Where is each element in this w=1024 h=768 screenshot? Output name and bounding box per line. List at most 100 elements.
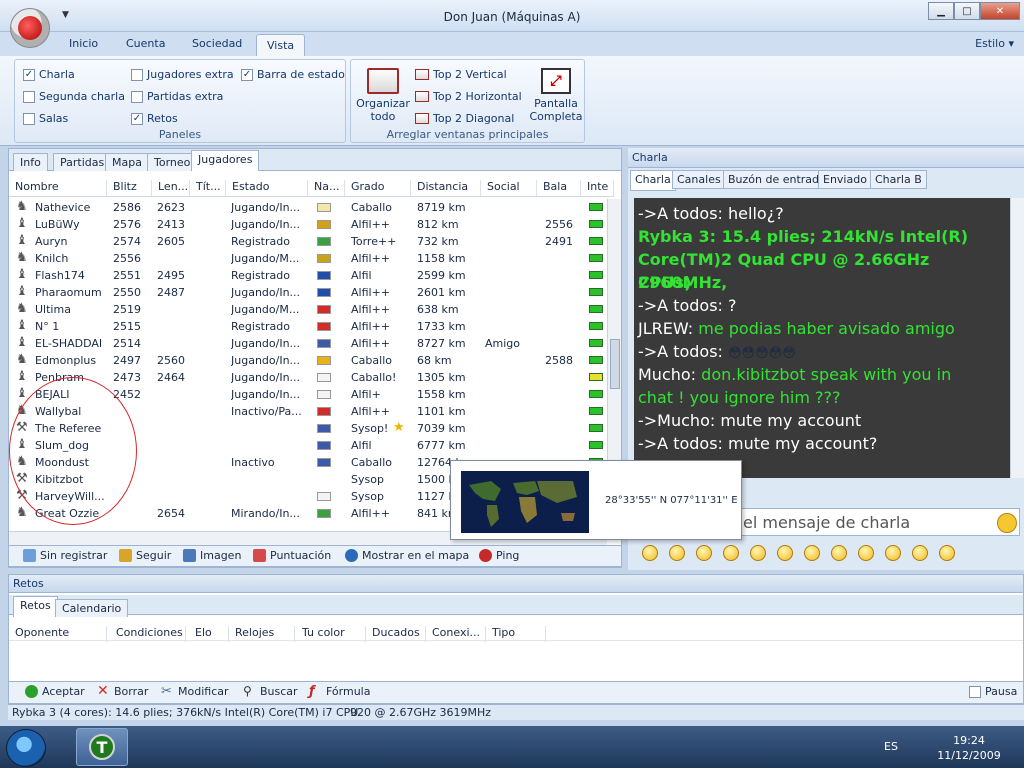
top2-diagonal-button[interactable]: Top 2 Diagonal xyxy=(415,112,514,125)
tab-inicio[interactable]: Inicio xyxy=(69,37,98,50)
col-nombre[interactable]: Nombre xyxy=(9,180,107,196)
col-estado[interactable]: Estado xyxy=(226,180,308,196)
check-salas[interactable]: Salas xyxy=(23,112,68,125)
emoji-icon[interactable] xyxy=(696,545,712,561)
check-barra-estado[interactable]: ✓ Barra de estado xyxy=(241,68,345,81)
minimize-button[interactable]: ▁ xyxy=(928,2,954,20)
tab-vista[interactable]: Vista xyxy=(256,34,306,57)
imagen-button[interactable]: Imagen xyxy=(183,549,241,562)
table-row[interactable]: ♝ Flash174 2551 2495 Registrado Alfil 2599 km xyxy=(9,267,607,284)
tab-torneo[interactable]: Torneo xyxy=(147,153,198,171)
check-charla[interactable]: ✓ Charla xyxy=(23,68,75,81)
scroll-thumb[interactable] xyxy=(610,339,620,389)
tab-partidas[interactable]: Partidas xyxy=(53,153,112,171)
player-tabs: Info Partidas Mapa Torneo Jugadores xyxy=(9,149,621,171)
emoji-icon[interactable] xyxy=(858,545,874,561)
tab-buzon[interactable]: Buzón de entrada xyxy=(723,170,831,189)
col-condiciones[interactable]: Condiciones xyxy=(110,626,186,642)
organizar-todo-button[interactable]: Organizar todo xyxy=(355,68,411,123)
top2-vertical-button[interactable]: Top 2 Vertical xyxy=(415,68,507,81)
emoji-icon[interactable] xyxy=(885,545,901,561)
table-row[interactable]: ♝ N° 1 2515 Registrado Alfil++ 1733 km xyxy=(9,318,607,335)
title-bar: ▼ Don Juan (Máquinas A) ▁ □ ✕ xyxy=(0,0,1024,32)
tab-charla[interactable]: Charla xyxy=(630,170,676,191)
chat-scrollbar[interactable] xyxy=(1010,198,1024,478)
tab-canales[interactable]: Canales xyxy=(672,170,726,189)
mostrar-mapa-button[interactable]: Mostrar en el mapa xyxy=(345,549,469,562)
ping-button[interactable]: Ping xyxy=(479,549,519,562)
tab-cuenta[interactable]: Cuenta xyxy=(126,37,165,50)
buscar-button[interactable]: ⚲ Buscar xyxy=(243,685,298,699)
borrar-button[interactable]: ✕ Borrar xyxy=(97,684,148,698)
tab-info[interactable]: Info xyxy=(13,153,48,171)
col-social[interactable]: Social xyxy=(481,180,537,196)
table-row[interactable]: ♝ Pharaomum 2550 2487 Jugando/In... Alfil++ 26… xyxy=(9,284,607,301)
table-row[interactable]: ♞ Nathevice 2586 2623 Jugando/In... Caballo 87… xyxy=(9,199,607,216)
cell-estado: Jugando/In... xyxy=(231,218,301,231)
tab-charla-b[interactable]: Charla B xyxy=(870,170,927,189)
col-tipo[interactable]: Tipo xyxy=(486,626,546,642)
table-row[interactable]: ♝ LuBüWy 2576 2413 Jugando/In... Alfil++ 812 k… xyxy=(9,216,607,233)
check-segunda-charla[interactable]: Segunda charla xyxy=(23,90,125,103)
emoji-icon[interactable] xyxy=(912,545,928,561)
tab-enviado[interactable]: Enviado xyxy=(818,170,872,189)
estilo-dropdown[interactable]: Estilo ▾ xyxy=(975,37,1014,50)
start-button[interactable] xyxy=(6,729,46,767)
chat-input[interactable]: el mensaje de charla xyxy=(743,513,910,532)
col-grado[interactable]: Grado xyxy=(345,180,411,196)
emoji-icon[interactable] xyxy=(669,545,685,561)
formula-button[interactable]: ƒ Fórmula xyxy=(309,685,370,698)
table-row[interactable]: ♞ Ultima 2519 Jugando/M... Alfil++ 638 km xyxy=(9,301,607,318)
pantalla-completa-button[interactable]: ⤢ Pantalla Completa xyxy=(527,68,585,123)
table-row[interactable]: ♝ Auryn 2574 2605 Registrado Torre++ 732 km 249… xyxy=(9,233,607,250)
emoji-icon[interactable] xyxy=(939,545,955,561)
col-titulo[interactable]: Tít... xyxy=(190,180,226,196)
emoji-icon[interactable] xyxy=(831,545,847,561)
check-retos[interactable]: ✓ Retos xyxy=(131,112,178,125)
emoji-icon[interactable] xyxy=(642,545,658,561)
taskbar-app-button[interactable]: T xyxy=(76,728,128,766)
tab-sociedad[interactable]: Sociedad xyxy=(192,37,242,50)
tab-mapa[interactable]: Mapa xyxy=(105,153,149,171)
aceptar-button[interactable]: Aceptar xyxy=(25,685,85,698)
cell-len: 2495 xyxy=(157,269,185,282)
check-jugadores-extra[interactable]: Jugadores extra xyxy=(131,68,234,81)
col-tu-color[interactable]: Tu color xyxy=(296,626,366,642)
smiley-send-icon[interactable] xyxy=(997,513,1017,533)
col-relojes[interactable]: Relojes xyxy=(229,626,295,642)
col-ducados[interactable]: Ducados xyxy=(366,626,426,642)
clock[interactable]: 19:24 11/12/2009 xyxy=(934,733,1004,763)
col-conexion[interactable]: Conexi... xyxy=(426,626,486,642)
check-partidas-extra[interactable]: Partidas extra xyxy=(131,90,223,103)
col-elo[interactable]: Elo xyxy=(189,626,229,642)
seguir-button[interactable]: Seguir xyxy=(119,549,171,562)
app-orb-button[interactable] xyxy=(10,8,50,48)
emoji-icon[interactable] xyxy=(804,545,820,561)
col-nacion[interactable]: Na... xyxy=(308,180,345,196)
tab-jugadores[interactable]: Jugadores xyxy=(191,150,260,171)
checkbox-icon xyxy=(131,68,143,81)
table-row[interactable]: ♞ Knilch 2556 Jugando/M... Alfil++ 1158 km xyxy=(9,250,607,267)
maximize-button[interactable]: □ xyxy=(954,2,980,20)
tab-calendario[interactable]: Calendario xyxy=(55,599,129,617)
col-internet[interactable]: Inte xyxy=(581,180,614,196)
col-oponente[interactable]: Oponente xyxy=(9,626,107,642)
language-indicator[interactable]: ES xyxy=(884,740,898,753)
col-distancia[interactable]: Distancia xyxy=(411,180,481,196)
emoji-icon[interactable] xyxy=(723,545,739,561)
tab-retos[interactable]: Retos xyxy=(13,596,58,617)
top2-horizontal-button[interactable]: Top 2 Horizontal xyxy=(415,90,522,103)
close-button[interactable]: ✕ xyxy=(980,2,1020,20)
pausa-checkbox[interactable]: Pausa xyxy=(969,685,1017,698)
modificar-button[interactable]: ✂ Modificar xyxy=(161,685,229,698)
col-blitz[interactable]: Blitz xyxy=(107,180,152,196)
emoji-icon[interactable] xyxy=(750,545,766,561)
puntuacion-button[interactable]: Puntuación xyxy=(253,549,331,562)
players-toolbar: Sin registrar Seguir Imagen Puntuación M… xyxy=(8,545,622,567)
col-lenta[interactable]: Len... xyxy=(152,180,190,196)
sin-registrar-button[interactable]: Sin registrar xyxy=(23,549,107,562)
emoji-icon[interactable] xyxy=(777,545,793,561)
table-row[interactable]: ♞ Edmonplus 2497 2560 Jugando/In... Caballo 68… xyxy=(9,352,607,369)
table-row[interactable]: ♝ EL-SHADDAI 2514 Jugando/In... Alfil++ 8727 … xyxy=(9,335,607,352)
col-bala[interactable]: Bala xyxy=(537,180,581,196)
